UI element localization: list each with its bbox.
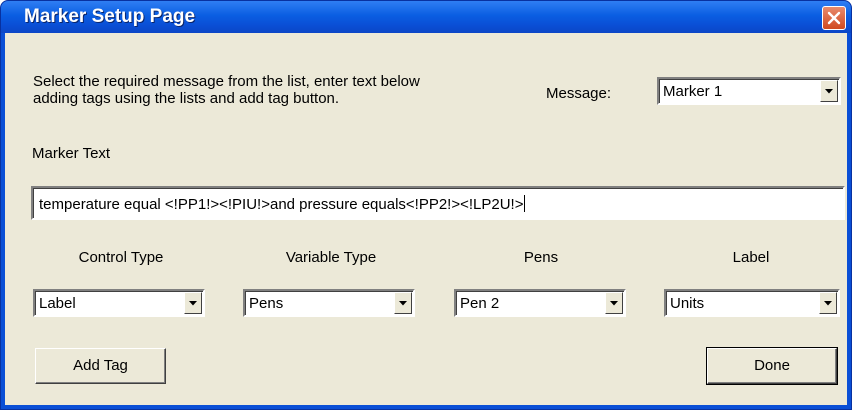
chevron-down-icon bbox=[610, 301, 618, 306]
control-type-arrow[interactable] bbox=[184, 292, 202, 314]
text-caret bbox=[524, 195, 526, 212]
instructions-line-1: Select the required message from the lis… bbox=[33, 73, 420, 90]
marker-text-value: temperature equal <!PP1!><!PIU!>and pres… bbox=[39, 195, 526, 213]
title-bar[interactable]: Marker Setup Page bbox=[1, 1, 851, 33]
chevron-down-icon bbox=[825, 89, 833, 94]
pens-label: Pens bbox=[523, 249, 559, 266]
control-type-dropdown[interactable]: Label bbox=[33, 289, 205, 317]
close-icon bbox=[827, 11, 841, 25]
pens-dropdown[interactable]: Pen 2 bbox=[454, 289, 626, 317]
done-button[interactable]: Done bbox=[706, 347, 838, 385]
close-button[interactable] bbox=[822, 6, 846, 30]
message-dropdown[interactable]: Marker 1 bbox=[657, 77, 841, 105]
pens-value: Pen 2 bbox=[460, 295, 500, 312]
variable-type-arrow[interactable] bbox=[394, 292, 412, 314]
marker-text-content: temperature equal <!PP1!><!PIU!>and pres… bbox=[39, 196, 524, 213]
label-dropdown[interactable]: Units bbox=[664, 289, 840, 317]
pens-arrow[interactable] bbox=[605, 292, 623, 314]
marker-text-input[interactable]: temperature equal <!PP1!><!PIU!>and pres… bbox=[31, 186, 845, 220]
message-label: Message: bbox=[546, 85, 612, 102]
variable-type-label: Variable Type bbox=[285, 249, 377, 266]
chevron-down-icon bbox=[189, 301, 197, 306]
add-tag-button[interactable]: Add Tag bbox=[35, 348, 166, 384]
variable-type-dropdown[interactable]: Pens bbox=[243, 289, 415, 317]
variable-type-value: Pens bbox=[249, 295, 284, 312]
instructions-line-2: adding tags using the lists and add tag … bbox=[33, 90, 340, 107]
label-arrow[interactable] bbox=[819, 292, 837, 314]
dialog-window: Marker Setup Page Select the required me… bbox=[0, 0, 852, 410]
dialog-body: Select the required message from the lis… bbox=[5, 33, 847, 405]
label-label: Label bbox=[732, 249, 770, 266]
control-type-value: Label bbox=[39, 295, 76, 312]
message-dropdown-value: Marker 1 bbox=[663, 83, 723, 100]
label-value: Units bbox=[670, 295, 705, 312]
marker-text-label: Marker Text bbox=[32, 145, 111, 162]
chevron-down-icon bbox=[399, 301, 407, 306]
window-title: Marker Setup Page bbox=[24, 6, 196, 27]
message-dropdown-arrow[interactable] bbox=[820, 80, 838, 102]
chevron-down-icon bbox=[824, 301, 832, 306]
control-type-label: Control Type bbox=[78, 249, 164, 266]
